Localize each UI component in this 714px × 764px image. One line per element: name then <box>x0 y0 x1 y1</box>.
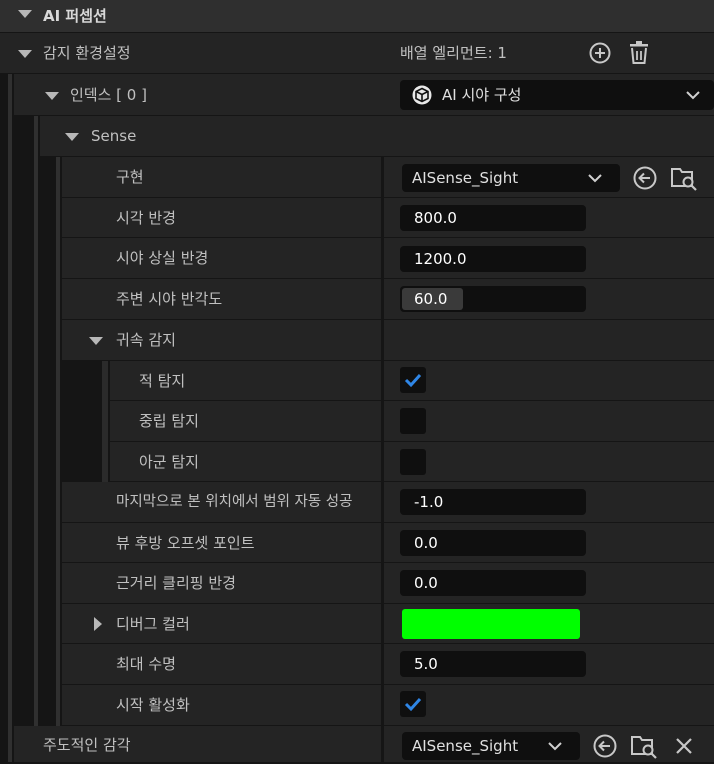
chevron-down-icon <box>548 742 562 751</box>
peripheral-angle-label: 주변 시야 반각도 <box>116 290 223 308</box>
close-icon[interactable] <box>674 736 694 756</box>
debug-color-swatch[interactable] <box>402 609 580 639</box>
detect-enemies-checkbox[interactable] <box>400 367 426 393</box>
senses-config-row[interactable]: 감지 환경설정 배열 엘리먼트: 1 <box>0 33 714 74</box>
starts-enabled-label: 시작 활성화 <box>116 696 190 714</box>
senses-config-label: 감지 환경설정 <box>43 44 131 62</box>
pov-backward-offset-label: 뷰 후방 오프셋 포인트 <box>116 534 255 552</box>
debug-color-label: 디버그 컬러 <box>116 615 190 633</box>
dominant-sense-row: 주도적인 감각 AISense_Sight <box>0 726 714 762</box>
dominant-sense-dropdown[interactable]: AISense_Sight <box>402 732 580 760</box>
peripheral-angle-slider[interactable]: 60.0 <box>400 286 586 312</box>
expand-arrow-icon[interactable] <box>94 617 102 631</box>
auto-success-row: 마지막으로 본 위치에서 범위 자동 성공 -1.0 <box>0 482 714 523</box>
detect-enemies-row: 적 탐지 <box>0 361 714 401</box>
auto-success-label: 마지막으로 본 위치에서 범위 자동 성공 <box>116 494 353 510</box>
collapse-arrow-icon[interactable] <box>65 133 79 141</box>
slider-value: 60.0 <box>414 290 448 308</box>
collapse-arrow-icon[interactable] <box>18 10 32 18</box>
starts-enabled-checkbox[interactable] <box>400 691 426 717</box>
sense-label: Sense <box>91 127 137 145</box>
peripheral-angle-row: 주변 시야 반각도 60.0 <box>0 279 714 320</box>
implementation-row: 구현 AISense_Sight <box>0 157 714 198</box>
max-age-input[interactable]: 5.0 <box>400 651 586 677</box>
trash-icon[interactable] <box>628 41 650 65</box>
chevron-down-icon <box>588 174 602 183</box>
dominant-sense-label: 주도적인 감각 <box>43 736 131 754</box>
lose-sight-radius-label: 시야 상실 반경 <box>116 249 209 267</box>
array-count: 배열 엘리먼트: 1 <box>400 44 507 62</box>
detect-friendlies-checkbox[interactable] <box>400 449 426 475</box>
chevron-down-icon <box>686 91 700 100</box>
affiliation-row[interactable]: 귀속 감지 <box>0 320 714 361</box>
section-title: AI 퍼셉션 <box>43 7 107 25</box>
section-header-ai-perception[interactable]: AI 퍼셉션 <box>0 0 714 33</box>
dropdown-value: AISense_Sight <box>412 737 519 755</box>
index-label: 인덱스 [ 0 ] <box>70 86 147 104</box>
index-0-row[interactable]: 인덱스 [ 0 ] AI 시야 구성 <box>0 74 714 116</box>
affiliation-label: 귀속 감지 <box>116 331 176 349</box>
implementation-dropdown[interactable]: AISense_Sight <box>402 164 620 192</box>
starts-enabled-row: 시작 활성화 <box>0 685 714 726</box>
checkmark-icon <box>404 697 422 712</box>
browse-folder-icon[interactable] <box>670 164 698 192</box>
dropdown-value: AISense_Sight <box>412 169 519 187</box>
auto-success-input[interactable]: -1.0 <box>400 489 586 515</box>
implementation-label: 구현 <box>116 168 144 186</box>
max-age-label: 최대 수명 <box>116 655 176 673</box>
checkmark-icon <box>404 373 422 388</box>
detect-enemies-label: 적 탐지 <box>139 372 186 390</box>
collapse-arrow-icon[interactable] <box>45 92 59 100</box>
collapse-arrow-icon[interactable] <box>89 337 103 345</box>
lose-sight-radius-input[interactable]: 1200.0 <box>400 246 586 272</box>
use-selected-arrow-icon[interactable] <box>592 733 618 759</box>
detect-friendlies-row: 아군 탐지 <box>0 442 714 482</box>
sense-config-dropdown[interactable]: AI 시야 구성 <box>400 80 714 110</box>
near-clipping-input[interactable]: 0.0 <box>400 570 586 596</box>
sight-radius-row: 시각 반경 800.0 <box>0 198 714 238</box>
browse-folder-icon[interactable] <box>630 732 658 760</box>
debug-color-row: 디버그 컬러 <box>0 604 714 644</box>
lose-sight-radius-row: 시야 상실 반경 1200.0 <box>0 238 714 279</box>
class-asset-icon <box>412 85 432 105</box>
near-clipping-label: 근거리 클리핑 반경 <box>116 574 236 592</box>
use-selected-arrow-icon[interactable] <box>632 165 658 191</box>
sense-row[interactable]: Sense <box>0 116 714 157</box>
max-age-row: 최대 수명 5.0 <box>0 644 714 685</box>
sight-radius-input[interactable]: 800.0 <box>400 205 586 231</box>
dropdown-value: AI 시야 구성 <box>442 86 522 104</box>
near-clipping-row: 근거리 클리핑 반경 0.0 <box>0 563 714 604</box>
detect-friendlies-label: 아군 탐지 <box>139 453 199 471</box>
detect-neutrals-label: 중립 탐지 <box>139 412 199 430</box>
sight-radius-label: 시각 반경 <box>116 209 176 227</box>
add-element-icon[interactable] <box>588 41 612 65</box>
pov-backward-offset-row: 뷰 후방 오프셋 포인트 0.0 <box>0 523 714 563</box>
pov-backward-offset-input[interactable]: 0.0 <box>400 530 586 556</box>
detect-neutrals-row: 중립 탐지 <box>0 401 714 442</box>
collapse-arrow-icon[interactable] <box>18 50 32 58</box>
detect-neutrals-checkbox[interactable] <box>400 408 426 434</box>
